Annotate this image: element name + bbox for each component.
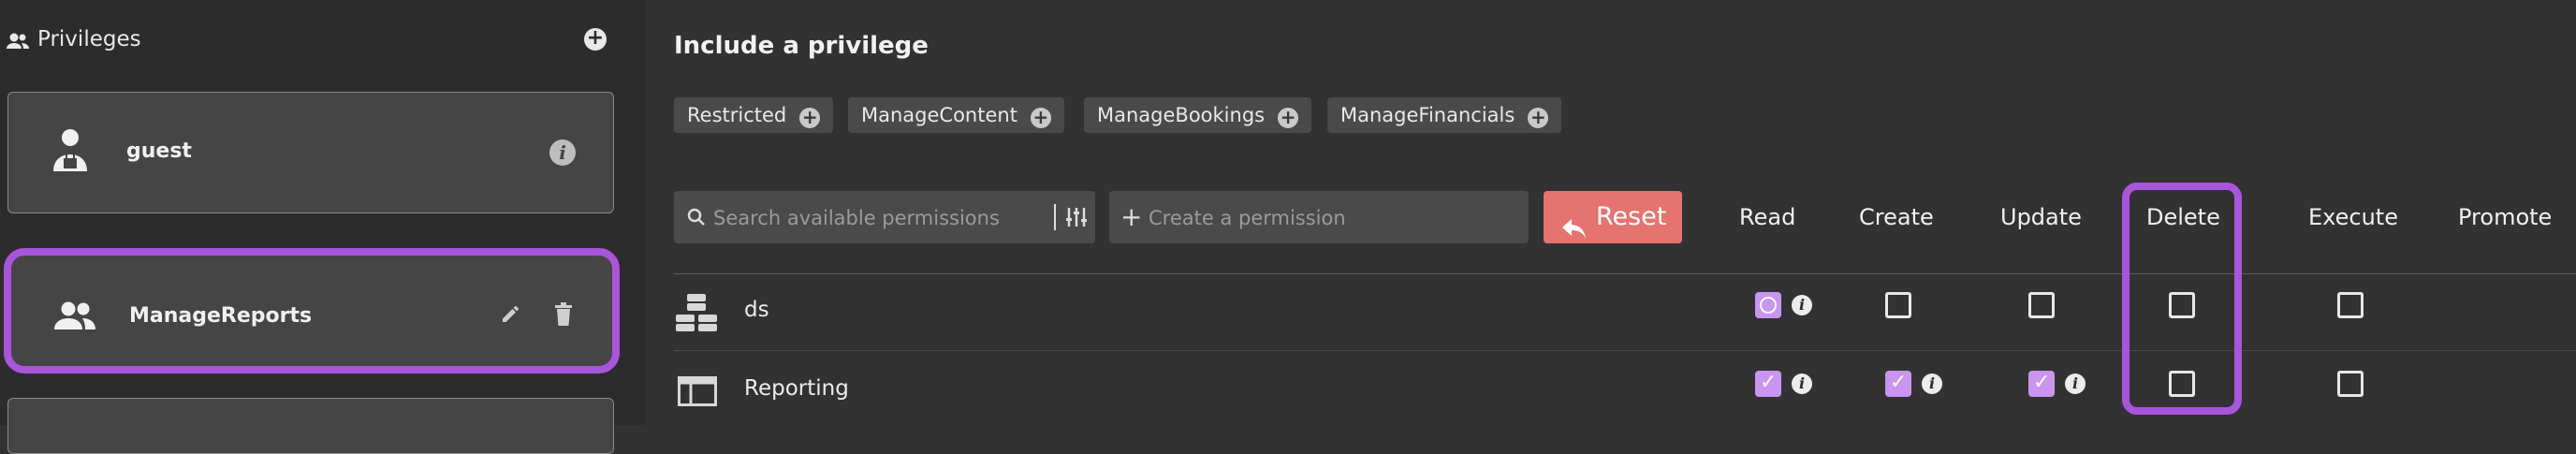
chip-label: ManageBookings [1097,104,1266,126]
update-checkbox[interactable] [2028,292,2055,318]
execute-checkbox[interactable] [2337,371,2364,397]
search-input[interactable] [711,204,1052,232]
column-create: Create [1859,204,1934,230]
column-read: Read [1739,204,1796,230]
users-icon [52,300,97,334]
add-circle-icon[interactable]: + [1528,108,1549,128]
info-icon[interactable]: i [549,139,576,166]
privilege-card-guest[interactable]: guest i [7,92,614,213]
search-icon [687,208,706,230]
filter-sliders-icon[interactable] [1065,206,1088,232]
update-checkbox[interactable] [2028,371,2055,397]
add-circle-icon[interactable]: + [1278,108,1299,128]
reset-button[interactable]: Reset [1544,191,1682,243]
read-checkbox[interactable] [1755,371,1781,397]
divider [1054,204,1056,230]
chip-managefinancials[interactable]: ManageFinancials + [1327,97,1562,133]
chip-label: ManageContent [861,104,1017,126]
panel-title: Privileges [37,27,141,51]
chip-label: ManageFinancials [1340,104,1515,126]
create-checkbox[interactable] [1885,371,1911,397]
privilege-label: ManageReports [129,304,313,328]
row-label: Reporting [744,376,849,401]
chip-managebookings[interactable]: ManageBookings + [1084,97,1312,133]
row-label: ds [744,298,769,322]
read-checkbox[interactable] [1755,292,1781,318]
column-update: Update [2000,204,2082,230]
datasource-stack-icon [674,294,719,335]
column-execute: Execute [2308,204,2398,230]
create-checkbox[interactable] [1885,292,1911,318]
chip-restricted[interactable]: Restricted + [674,97,834,133]
privilege-card-managereports[interactable]: ManageReports [4,248,620,373]
divider [674,273,2576,274]
info-icon[interactable]: i [1922,373,1942,394]
privilege-card-partial[interactable] [7,398,614,454]
search-box [674,191,1095,243]
plus-icon: + [586,26,605,50]
users-icon [6,32,30,54]
delete-column-highlight [2122,183,2242,415]
privileges-panel: Privileges + guest i ManageReports [0,0,646,454]
info-icon[interactable]: i [1792,295,1812,315]
chip-label: Restricted [687,104,787,126]
divider [674,350,2576,351]
report-window-icon [678,376,717,410]
info-icon[interactable]: i [1792,373,1812,394]
add-circle-icon[interactable]: + [1030,108,1051,128]
create-permission-input[interactable] [1147,204,1515,232]
plus-icon: + [1120,201,1143,232]
privilege-label: guest [126,139,192,163]
create-permission-box: + [1109,191,1529,243]
page-title: Include a privilege [674,32,929,60]
edit-pencil-icon[interactable] [500,302,522,329]
add-privilege-button[interactable]: + [584,28,607,51]
execute-checkbox[interactable] [2337,292,2364,318]
reply-arrow-icon [1562,206,1587,258]
delete-trash-icon[interactable] [552,302,575,330]
chip-managecontent[interactable]: ManageContent + [848,97,1064,133]
column-promote: Promote [2458,204,2553,230]
lock-user-icon [51,126,89,177]
info-icon[interactable]: i [2065,373,2086,394]
reset-label: Reset [1596,202,1667,231]
add-circle-icon[interactable]: + [799,108,821,128]
